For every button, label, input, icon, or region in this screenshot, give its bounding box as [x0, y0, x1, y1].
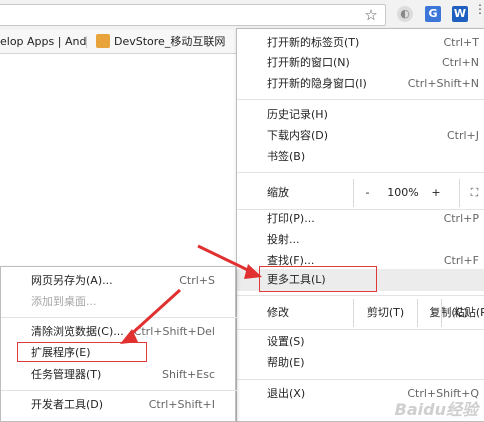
arrow-to-more-tools — [197, 244, 262, 279]
arrow-to-extensions — [120, 288, 182, 344]
annotation-arrows — [120, 244, 262, 344]
watermark: Baidu经验 — [394, 400, 478, 419]
